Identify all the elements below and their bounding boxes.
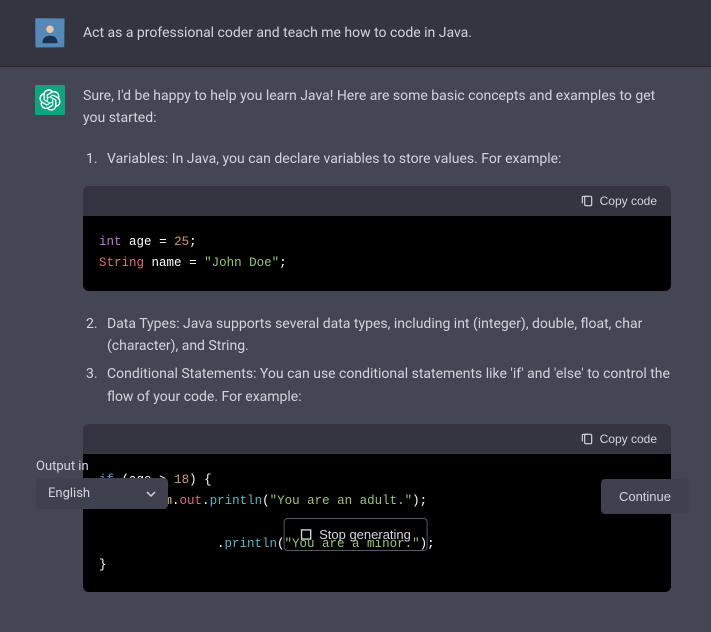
tok-equals: = [159, 235, 167, 249]
tok-semi: ; [420, 494, 428, 508]
tok-var-age: age [129, 235, 152, 249]
copy-code-label: Copy code [600, 432, 657, 446]
tok-semi: ; [427, 537, 435, 551]
list-item: Conditional Statements: You can use cond… [101, 363, 671, 408]
code-header: Copy code [83, 424, 671, 454]
tok-type-string: String [99, 256, 144, 270]
output-panel: Output in English [36, 459, 168, 509]
tok-println: println [225, 537, 278, 551]
stop-generating-label: Stop generating [319, 527, 411, 542]
code-header: Copy code [83, 186, 671, 216]
tok-num-18: 18 [174, 473, 189, 487]
tok-var-name: name [152, 256, 182, 270]
user-message-text: Act as a professional coder and teach me… [83, 18, 681, 48]
tok-lparen: ( [262, 494, 270, 508]
list-item: Variables: In Java, you can declare vari… [101, 148, 671, 170]
concepts-list: Variables: In Java, you can declare vari… [83, 148, 671, 170]
output-in-label: Output in [36, 459, 168, 474]
language-select[interactable]: English [36, 478, 168, 509]
code-body: int age = 25; String name = "John Doe"; [83, 216, 671, 291]
clipboard-icon [580, 194, 594, 208]
tok-lbrace: { [204, 473, 212, 487]
tok-rparen: ) [412, 494, 420, 508]
tok-dot: . [172, 494, 180, 508]
stop-generating-button[interactable]: Stop generating [283, 518, 428, 551]
tok-num-25: 25 [174, 235, 189, 249]
user-avatar-icon [36, 19, 64, 47]
tok-println: println [210, 494, 263, 508]
tok-semi: ; [189, 235, 197, 249]
chevron-down-icon [146, 489, 156, 499]
copy-code-label: Copy code [600, 194, 657, 208]
user-message-row: Act as a professional coder and teach me… [0, 0, 711, 67]
tok-semi: ; [279, 256, 287, 270]
tok-keyword-int: int [99, 235, 122, 249]
copy-code-button[interactable]: Copy code [580, 194, 657, 208]
tok-rbrace: } [99, 558, 107, 572]
continue-button[interactable]: Continue [601, 479, 689, 514]
tok-str-john: "John Doe" [204, 256, 279, 270]
clipboard-icon [580, 432, 594, 446]
tok-rparen: ) [189, 473, 197, 487]
concepts-list-cont: Data Types: Java supports several data t… [83, 313, 671, 409]
list-item: Data Types: Java supports several data t… [101, 313, 671, 358]
assistant-avatar [35, 85, 65, 115]
user-avatar [35, 18, 65, 48]
code-block-2: Copy code if (age > 18) { System.out.pri… [83, 424, 671, 592]
tok-dot: . [202, 494, 210, 508]
code-block-1: Copy code int age = 25; String name = "J… [83, 186, 671, 291]
assistant-intro-text: Sure, I'd be happy to help you learn Jav… [83, 85, 671, 130]
tok-equals: = [189, 256, 197, 270]
stop-icon [300, 529, 311, 540]
copy-code-button[interactable]: Copy code [580, 432, 657, 446]
tok-out: out [180, 494, 203, 508]
language-selected: English [48, 486, 90, 501]
openai-logo-icon [39, 89, 61, 111]
tok-str-adult: "You are an adult." [270, 494, 413, 508]
tok-dot: . [217, 537, 225, 551]
